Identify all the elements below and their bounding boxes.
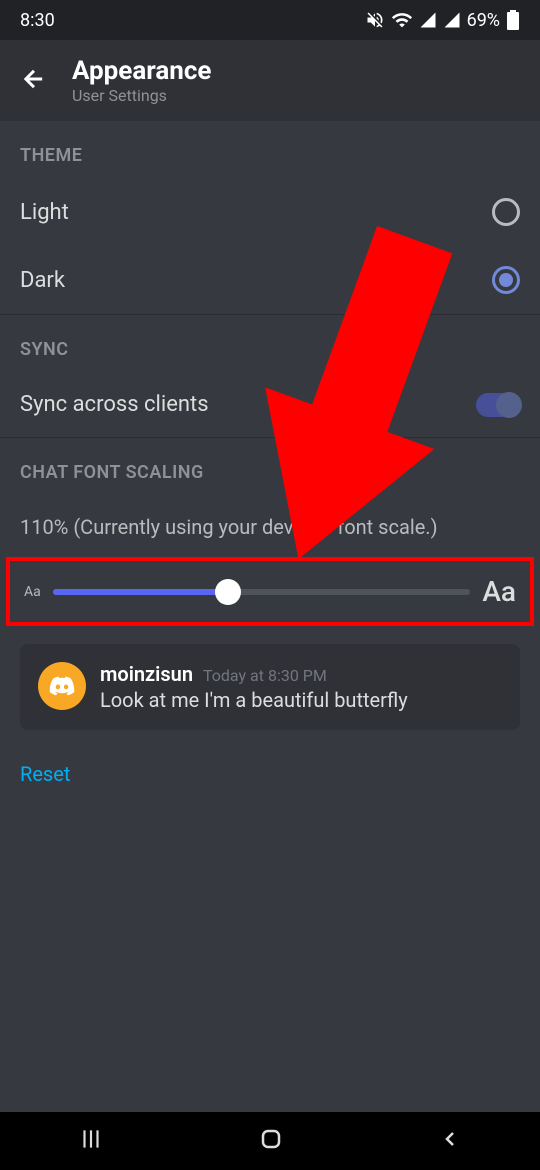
sync-label: Sync across clients [20,392,209,417]
reset-link[interactable]: Reset [0,748,540,800]
recents-icon[interactable] [78,1126,104,1156]
status-bar: 8:30 69% [0,0,540,40]
page-subtitle: User Settings [72,86,211,105]
avatar [38,662,86,710]
app-header: Appearance User Settings [0,40,540,121]
signal-icon [419,11,437,29]
home-icon[interactable] [259,1127,283,1155]
theme-dark-label: Dark [20,268,65,293]
radio-unselected-icon[interactable] [492,198,520,226]
status-time: 8:30 [20,10,55,31]
toggle-switch[interactable] [476,393,520,417]
theme-light-label: Light [20,200,69,225]
sync-row[interactable]: Sync across clients [0,372,540,437]
wifi-icon [391,9,413,31]
status-icons: 69% [365,9,520,31]
font-slider[interactable] [53,589,471,595]
sync-section-header: SYNC [0,315,540,372]
page-title: Appearance [72,56,211,86]
slider-thumb[interactable] [215,579,241,605]
battery-icon [506,10,520,30]
chat-preview: moinzisun Today at 8:30 PM Look at me I'… [20,644,520,730]
font-scale-status: 110% (Currently using your device's font… [0,495,540,549]
theme-section-header: THEME [0,121,540,178]
preview-timestamp: Today at 8:30 PM [203,666,327,685]
radio-selected-icon[interactable] [492,266,520,294]
font-large-label: Aa [482,575,516,608]
font-slider-container: Aa Aa [6,557,534,626]
mute-icon [365,10,385,30]
theme-dark-row[interactable]: Dark [0,246,540,314]
theme-light-row[interactable]: Light [0,178,540,246]
preview-message: Look at me I'm a beautiful butterfly [100,688,502,712]
preview-username: moinzisun [100,662,193,686]
back-icon[interactable] [20,65,48,97]
battery-percent: 69% [467,10,500,31]
nav-bar [0,1112,540,1170]
font-small-label: Aa [24,584,41,600]
signal-icon-2 [443,11,461,29]
font-scaling-header: CHAT FONT SCALING [0,438,540,495]
back-nav-icon[interactable] [438,1127,462,1155]
